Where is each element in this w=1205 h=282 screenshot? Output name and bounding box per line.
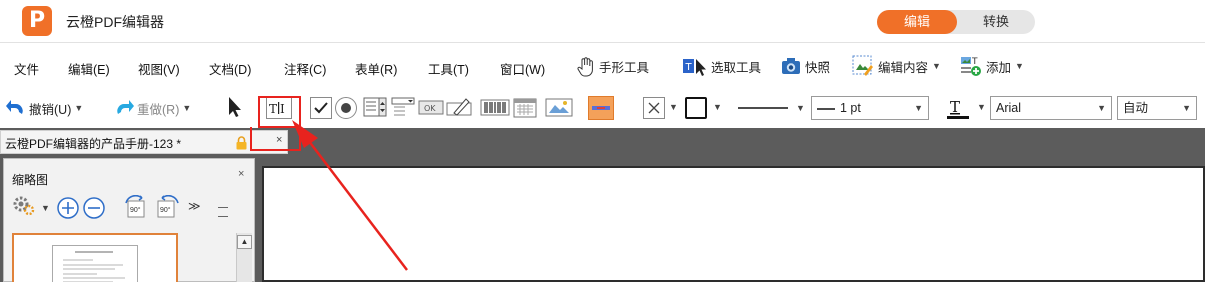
chevron-down-icon[interactable]: ▼ bbox=[182, 103, 191, 113]
document-tab-strip: 云橙PDF编辑器的产品手册-123 * × bbox=[0, 128, 1205, 154]
hand-icon bbox=[577, 57, 595, 77]
chevron-down-icon[interactable]: ▼ bbox=[713, 102, 722, 126]
rotate-left-icon[interactable]: 90° bbox=[124, 194, 150, 221]
font-select[interactable]: Arial ▼ bbox=[990, 96, 1112, 120]
edit-content-label: 编辑内容 bbox=[878, 60, 929, 75]
chevron-down-icon[interactable]: ▼ bbox=[41, 203, 50, 213]
panel-title: 缩略图 bbox=[12, 173, 49, 187]
svg-text:90°: 90° bbox=[160, 206, 171, 214]
chevron-down-icon: ▼ bbox=[914, 103, 923, 113]
chevron-down-icon[interactable]: ▼ bbox=[1015, 61, 1024, 71]
snapshot-button[interactable]: 快照 bbox=[781, 55, 830, 77]
line-width-select[interactable]: 1 pt ▼ bbox=[811, 96, 929, 120]
thumbnail-panel: 缩略图 × ▼ 90° 90° ≫ ▲ bbox=[3, 158, 255, 282]
zoom-in-icon[interactable] bbox=[56, 196, 80, 220]
undo-icon bbox=[6, 99, 26, 117]
hand-tool-button[interactable]: 手形工具 bbox=[577, 55, 649, 77]
panel-close-button[interactable]: × bbox=[238, 168, 244, 180]
font-size-value: 自动 bbox=[1123, 101, 1149, 115]
menu-comment[interactable]: 注释(C) bbox=[284, 59, 326, 78]
menu-window[interactable]: 窗口(W) bbox=[500, 59, 545, 78]
edit-content-button[interactable]: 编辑内容 ▼ bbox=[852, 55, 941, 77]
svg-text:T: T bbox=[685, 62, 693, 73]
line-style-icon[interactable]: ▼ bbox=[736, 96, 806, 120]
checkbox-icon[interactable] bbox=[310, 97, 332, 119]
svg-text:OK: OK bbox=[424, 104, 436, 113]
highlight-box bbox=[258, 96, 301, 128]
thumbnail-scrollbar[interactable]: ▲ bbox=[236, 233, 252, 282]
menu-tools[interactable]: 工具(T) bbox=[428, 59, 469, 78]
undo-label: 撤销(U) bbox=[29, 102, 72, 117]
app-title: 云橙PDF编辑器 bbox=[66, 14, 164, 30]
chevron-down-icon[interactable]: ▼ bbox=[977, 102, 986, 126]
button-field-icon[interactable]: OK bbox=[418, 96, 444, 120]
mode-convert-button[interactable]: 转换 bbox=[957, 10, 1035, 34]
page-thumbnail-selected[interactable] bbox=[12, 233, 178, 282]
menu-form[interactable]: 表单(R) bbox=[355, 59, 397, 78]
chevron-down-icon: ▼ bbox=[1097, 103, 1106, 113]
lock-icon bbox=[236, 136, 247, 150]
svg-text:▼: ▼ bbox=[796, 103, 805, 113]
add-label: 添加 bbox=[986, 60, 1012, 75]
document-tab-title: 云橙PDF编辑器的产品手册-123 * bbox=[5, 137, 182, 151]
redo-label: 重做(R) bbox=[137, 102, 180, 117]
page-thumbnail-image bbox=[52, 245, 138, 282]
select-tool-button[interactable]: T 选取工具 bbox=[683, 55, 761, 77]
edit-content-icon bbox=[852, 55, 874, 77]
menu-bar: 文件 编辑(E) 视图(V) 文档(D) 注释(C) 表单(R) 工具(T) 窗… bbox=[0, 42, 1205, 88]
collapse-icon[interactable] bbox=[218, 207, 228, 217]
title-bar: P 云橙PDF编辑器 编辑 转换 bbox=[0, 0, 1205, 42]
font-value: Arial bbox=[996, 101, 1022, 115]
undo-button[interactable]: 撤销(U) ▼ bbox=[6, 96, 83, 120]
line-width-value: 1 pt bbox=[840, 101, 861, 115]
highlight-box-tab bbox=[250, 127, 301, 151]
rotate-right-icon[interactable]: 90° bbox=[154, 194, 180, 221]
mode-switch: 编辑 转换 bbox=[877, 10, 1035, 34]
chevron-down-icon[interactable]: ▼ bbox=[74, 103, 83, 113]
redo-button[interactable]: 重做(R) ▼ bbox=[114, 96, 191, 120]
signature-icon[interactable] bbox=[446, 96, 474, 120]
chevron-down-icon: ▼ bbox=[1182, 103, 1191, 113]
add-icon: T bbox=[960, 55, 982, 77]
radio-icon[interactable] bbox=[335, 97, 357, 119]
cross-box-icon[interactable] bbox=[643, 97, 665, 119]
svg-text:90°: 90° bbox=[130, 206, 141, 214]
zoom-out-icon[interactable] bbox=[82, 196, 106, 220]
mode-edit-button[interactable]: 编辑 bbox=[877, 10, 957, 34]
chevron-down-icon[interactable]: ▼ bbox=[932, 61, 941, 71]
link-icon[interactable] bbox=[588, 96, 614, 120]
font-size-select[interactable]: 自动 ▼ bbox=[1117, 96, 1197, 120]
select-text-icon: T bbox=[683, 57, 706, 76]
snapshot-label: 快照 bbox=[805, 60, 831, 75]
arrow-cursor-icon[interactable] bbox=[226, 96, 244, 120]
app-logo: P bbox=[22, 6, 52, 36]
svg-text:T: T bbox=[971, 57, 978, 67]
dropdown-field-icon[interactable] bbox=[391, 96, 415, 120]
more-options-icon[interactable]: ≫ bbox=[188, 199, 201, 213]
date-icon[interactable] bbox=[513, 96, 537, 120]
svg-text:T: T bbox=[950, 98, 960, 116]
add-button[interactable]: T 添加 ▼ bbox=[960, 55, 1024, 77]
listbox-icon[interactable] bbox=[363, 96, 387, 120]
camera-icon bbox=[781, 57, 800, 75]
select-tool-label: 选取工具 bbox=[711, 60, 762, 75]
menu-edit[interactable]: 编辑(E) bbox=[68, 59, 110, 78]
scroll-up-icon[interactable]: ▲ bbox=[237, 235, 252, 249]
document-view[interactable] bbox=[262, 166, 1205, 282]
border-color-icon[interactable] bbox=[685, 97, 707, 119]
document-tab[interactable]: 云橙PDF编辑器的产品手册-123 * × bbox=[0, 130, 288, 154]
tool-bar: 撤销(U) ▼ 重做(R) ▼ TI OK ▼ ▼ ▼ 1 pt ▼ T ▼ A… bbox=[0, 88, 1205, 128]
hand-tool-label: 手形工具 bbox=[599, 60, 650, 75]
settings-icon[interactable] bbox=[12, 195, 38, 217]
chevron-down-icon[interactable]: ▼ bbox=[669, 102, 678, 126]
barcode-icon[interactable] bbox=[480, 96, 510, 120]
font-color-icon[interactable]: T bbox=[944, 96, 974, 120]
menu-document[interactable]: 文档(D) bbox=[209, 59, 251, 78]
redo-icon bbox=[114, 99, 134, 117]
menu-view[interactable]: 视图(V) bbox=[138, 59, 180, 78]
image-field-icon[interactable] bbox=[545, 96, 573, 120]
menu-file[interactable]: 文件 bbox=[14, 59, 39, 78]
